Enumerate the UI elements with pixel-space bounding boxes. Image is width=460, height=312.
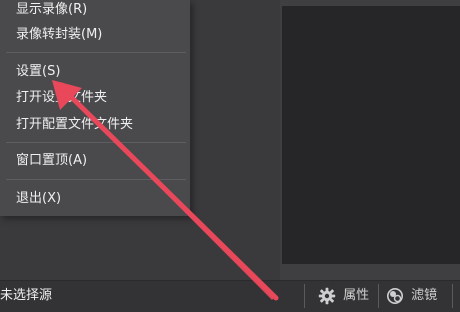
menu-item-show-recordings[interactable]: 显示录像(R) — [16, 0, 87, 20]
filters-button[interactable]: 滤镜 — [386, 284, 437, 308]
menu-item-settings[interactable]: 设置(S) — [16, 62, 60, 82]
menu-item-always-on-top[interactable]: 窗口置顶(A) — [16, 151, 87, 171]
properties-button[interactable]: 属性 — [318, 284, 369, 308]
menu-item-open-settings-folder[interactable]: 打开设置文件夹 — [16, 88, 107, 108]
gear-icon — [318, 287, 343, 304]
menu-separator — [6, 179, 186, 180]
toolbar-divider — [304, 284, 305, 308]
properties-label: 属性 — [343, 288, 370, 303]
no-source-selected-label: 未选择源 — [0, 288, 53, 303]
toolbar-divider — [378, 284, 379, 308]
preview-canvas[interactable] — [282, 6, 460, 264]
file-menu-dropdown: 显示录像(R) 录像转封装(M) 设置(S) 打开设置文件夹 打开配置文件文件夹… — [0, 0, 190, 216]
filters-label: 滤镜 — [411, 288, 438, 303]
menu-item-exit[interactable]: 退出(X) — [16, 189, 61, 209]
menu-item-open-profile-folder[interactable]: 打开配置文件文件夹 — [16, 115, 133, 135]
toolbar-divider — [452, 284, 453, 308]
menu-separator — [6, 142, 186, 143]
menu-item-remux-recordings[interactable]: 录像转封装(M) — [16, 25, 102, 45]
filter-icon — [386, 287, 411, 304]
menu-separator — [6, 52, 186, 53]
app-window: 显示录像(R) 录像转封装(M) 设置(S) 打开设置文件夹 打开配置文件文件夹… — [0, 0, 460, 312]
